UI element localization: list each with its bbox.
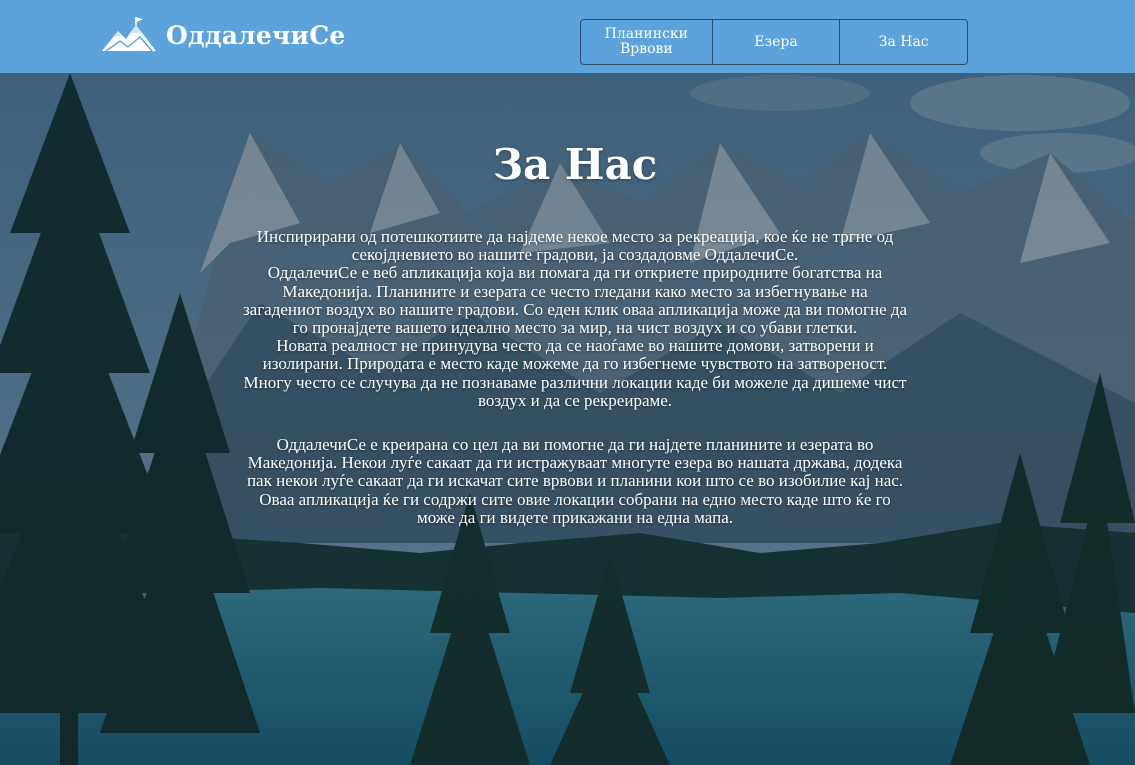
text-line: Многу често се случува да не познаваме р…: [243, 372, 907, 392]
text-line: ОддалечиСе е веб апликација која ви пома…: [267, 263, 883, 283]
main-nav: Планински Врвови Езера За Нас: [580, 19, 968, 65]
text-line: Новата реалност не принудува често да се…: [276, 336, 874, 356]
text-line: Македонија. Планините и езерата се често…: [282, 281, 868, 301]
text-line: Инспирирани од потешкотиите да најдеме н…: [256, 227, 894, 246]
text-line: пак некои луѓе сакаат да ги искачат сите…: [246, 471, 904, 491]
about-section: За Нас Инспирирани од потешкотиите да на…: [180, 140, 970, 527]
text-line: Оваа апликација ќе ги содржи сите овие л…: [259, 489, 891, 509]
text-line: изолирани. Природата е место каде можеме…: [262, 354, 888, 374]
about-paragraph-1: Инспирирани од потешкотиите да најдеме н…: [180, 227, 970, 410]
brand-link[interactable]: ОддалечиСе: [100, 12, 345, 58]
text-line: загадениот воздух во нашите градови. Со …: [242, 299, 908, 319]
text-line: ОддалечиСе е креирана со цел да ви помог…: [276, 435, 874, 455]
page-title: За Нас: [492, 140, 658, 189]
text-line: може да ги видете прикажани на една мапа…: [416, 507, 734, 527]
nav-item-mountain-peaks[interactable]: Планински Врвови: [581, 20, 713, 64]
text-line: го пронајдете вашето идеално место за ми…: [292, 318, 858, 338]
text-line: секојдневието во нашите градови, ја созд…: [351, 245, 799, 265]
nav-item-about-us[interactable]: За Нас: [840, 20, 967, 64]
mountain-flag-icon: [100, 17, 158, 53]
about-paragraph-2: ОддалечиСе е креирана со цел да ви помог…: [180, 435, 970, 527]
nav-item-lakes[interactable]: Езера: [713, 20, 841, 64]
text-line: воздух и да се рекреираме.: [477, 390, 673, 410]
top-navbar: ОддалечиСе Планински Врвови Езера За Нас: [0, 0, 1135, 73]
brand-name: ОддалечиСе: [166, 20, 346, 50]
text-line: Македонија. Некои луѓе сакаат да ги истр…: [247, 453, 903, 473]
